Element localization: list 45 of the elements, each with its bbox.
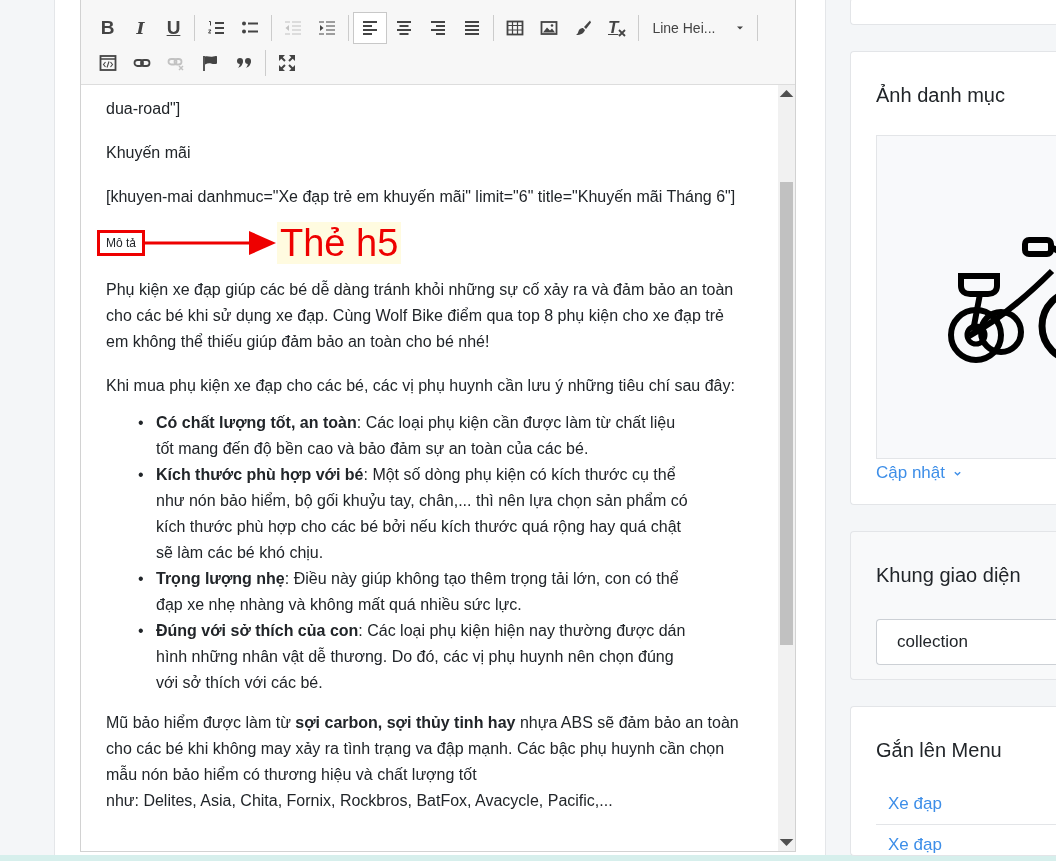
tag-label: Mô tả [97,230,145,256]
align-left-icon [361,19,379,37]
list-bullet: • [138,413,145,433]
list-item: Có chất lượng tốt, an toàn: Các loại phụ kiện cần được làm từ chất liệu tốt mang đến độ bền cao và bảo đảm sự an toàn của các bé. [156,413,677,459]
code-view-icon [99,54,117,72]
italic-button[interactable]: I [124,12,157,44]
paragraph: Khuyến mãi [106,143,192,163]
list-bullet: • [138,465,145,485]
table-icon [506,19,524,37]
align-left-button[interactable] [353,12,387,44]
flag-icon [201,54,219,72]
image-icon [540,19,558,37]
list-item: Kích thước phù hợp với bé: Một số dòng phụ kiện có kích thước cụ thể như nón bảo hiểm, bộ gối khuỷu tay, chân,... thì nên lựa chọn sản phẩm có kích thước phù hợp cho các bé bởi nếu kích thước quá rộng hay quá chật sẽ làm các bé khó chịu. [156,465,689,563]
list-bullet: • [138,621,145,641]
bold-button[interactable]: B [91,12,124,44]
clear-format-button[interactable]: T [600,12,635,44]
justify-icon [463,19,481,37]
fullscreen-icon [278,54,296,72]
close-icon [618,29,627,37]
list-item: Đúng với sở thích của con: Các loại phụ kiện hiện nay thường được dán hình những nhân vật dễ thương. Do đó, các vị phụ huynh nên chọn đúng với sở thích với các bé. [156,621,687,693]
update-link[interactable]: Cập nhật [876,463,962,483]
card-title: Khung giao diện [876,564,1022,588]
brush-icon [574,19,592,37]
arrow-icon [145,229,277,257]
heading-note: Thẻ h5 [277,222,402,264]
indent-icon [318,19,336,37]
paragraph: Khi mua phụ kiện xe đạp cho các bé, các vị phụ huynh cần lưu ý những tiêu chí sau đây: [106,376,736,396]
list-bullet: • [138,569,145,589]
list-item: Trọng lượng nhẹ: Điều này giúp không tạo thêm trọng tải lớn, con có thể đạp xe nhẹ nhàng và không mất quá nhiều sức lực. [156,569,680,615]
paragraph: Mũ bảo hiểm được làm từ sợi carbon, sợi thủy tinh hay nhựa ABS sẽ đảm bảo an toàn cho các bé khi không may xảy ra tình trạng va đập mạnh. Các bậc phụ huynh cần chọn mẫu nón bảo hiểm có thương hiệu và chất lượng tốt như: Delites, Asia, Chita, Fornix, Rockbros, BatFox, Avacycle, Pacific,... [106,713,740,811]
underline-button[interactable]: U [157,12,190,44]
ordered-list-icon [207,19,225,37]
outdent-icon [284,19,302,37]
align-center-icon [395,19,413,37]
card-title: Gắn lên Menu [876,739,1003,763]
paragraph: [khuyen-mai danhmuc="Xe đạp trẻ em khuyến mãi" limit="6" title="Khuyến mãi Tháng 6"] [106,187,737,207]
layout-select[interactable]: collection [876,619,1056,665]
paragraph: Phụ kiện xe đạp giúp các bé dễ dàng tránh khỏi những sự cố xảy ra và đảm bảo an toàn cho các bé khi sử dụng xe đạp. Cùng Wolf Bike điểm qua top 8 phụ kiện cho xe đạp trẻ em không thể thiếu giúp đảm bảo an toàn cho bé nhé! [106,279,735,352]
paragraph: dua-road"] [106,99,182,119]
scrollbar[interactable] [778,85,795,851]
line-height-dropdown[interactable]: Line Hei... [643,12,754,44]
align-right-icon [429,19,447,37]
scrollbar-thumb[interactable] [780,182,793,645]
caret-icon [736,24,745,32]
card-title: Ảnh danh mục [876,84,1006,108]
